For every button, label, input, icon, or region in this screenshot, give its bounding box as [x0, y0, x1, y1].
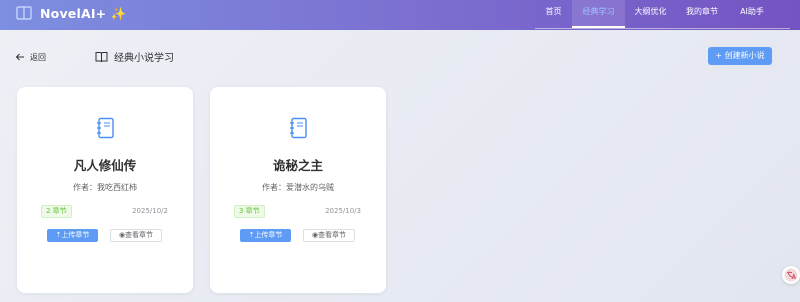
novel-card[interactable]: 凡人修仙传 作者：我吃西红柿 2 章节 2025/10/2 ⇡上传章节 ◉查看章… — [17, 87, 193, 293]
novel-title: 诡秘之主 — [272, 158, 323, 173]
notebook-icon — [290, 117, 307, 139]
upload-chapter-label: 上传章节 — [254, 231, 283, 239]
novel-author: 作者：爱潜水的乌贼 — [262, 183, 334, 192]
book-open-icon[interactable] — [16, 5, 32, 21]
nav-item-classic-study[interactable]: 经典学习 — [572, 0, 625, 28]
novel-title: 凡人修仙传 — [73, 158, 137, 173]
novel-card[interactable]: 诡秘之主 作者：爱潜水的乌贼 3 章节 2025/10/3 ⇡上传章节 ◉查看章… — [210, 87, 386, 293]
create-novel-button[interactable]: + 创建新小说 — [708, 47, 772, 65]
view-chapters-button[interactable]: ◉查看章节 — [303, 229, 355, 242]
chapter-count-badge: 2 章节 — [41, 205, 72, 218]
main-nav: 首页 经典学习 大纲优化 我的章节 AI助手 — [535, 0, 776, 30]
back-button[interactable]: 返回 — [15, 50, 46, 64]
page-heading: 经典小说学习 — [95, 49, 174, 64]
arrow-left-icon — [15, 53, 24, 61]
chapter-count-badge: 3 章节 — [234, 205, 265, 218]
view-chapters-label: 查看章节 — [318, 231, 347, 239]
nav-item-outline-optimize[interactable]: 大纲优化 — [625, 0, 676, 28]
novel-date: 2025/10/2 — [132, 207, 168, 215]
upload-chapter-button[interactable]: ⇡上传章节 — [47, 229, 98, 242]
nav-item-home[interactable]: 首页 — [535, 0, 572, 28]
upload-chapter-button[interactable]: ⇡上传章节 — [240, 229, 291, 242]
novel-author: 作者：我吃西红柿 — [73, 183, 137, 192]
novel-date: 2025/10/3 — [325, 207, 361, 215]
page-title: 经典小说学习 — [114, 53, 174, 64]
floating-translate-button[interactable] — [782, 266, 800, 284]
view-chapters-button[interactable]: ◉查看章节 — [110, 229, 162, 242]
top-header: NovelAI+ ✨ 首页 经典学习 大纲优化 我的章节 AI助手 — [0, 0, 800, 30]
app-title[interactable]: NovelAI+ ✨ — [40, 6, 127, 22]
notebook-icon — [97, 117, 114, 139]
back-label: 返回 — [30, 52, 46, 62]
nav-item-my-chapters[interactable]: 我的章节 — [676, 0, 728, 28]
nav-underline-divider — [535, 28, 790, 29]
upload-chapter-label: 上传章节 — [61, 231, 90, 239]
book-icon — [95, 51, 108, 62]
view-chapters-label: 查看章节 — [125, 231, 154, 239]
nav-item-ai-assistant[interactable]: AI助手 — [728, 0, 776, 28]
translate-icon — [784, 268, 798, 282]
